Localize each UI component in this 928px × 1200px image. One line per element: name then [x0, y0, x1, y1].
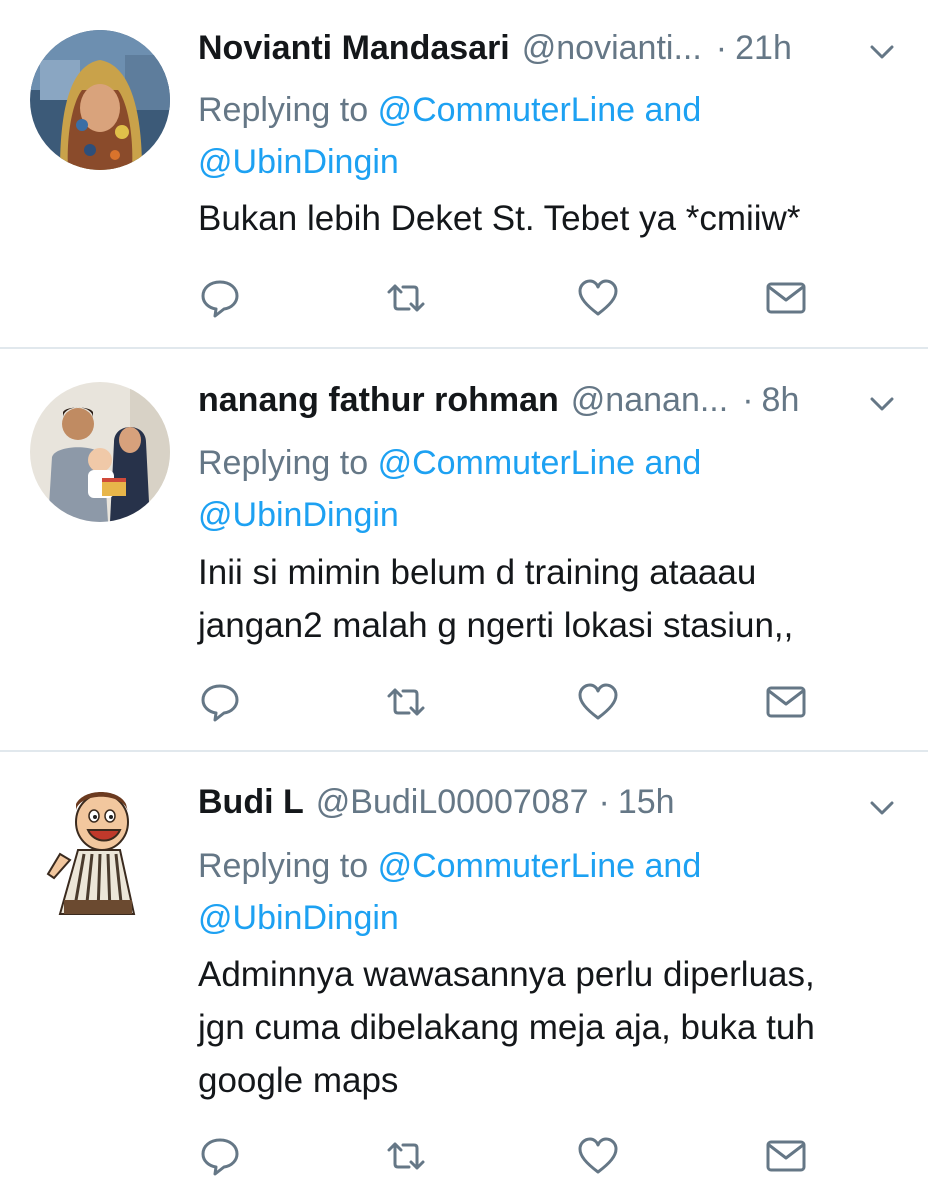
- tweet-text-line: Adminnya wawasannya perlu diperluas,: [198, 955, 815, 994]
- tweet-header: Novianti Mandasari @novianti... · 21h: [198, 24, 898, 72]
- reply-button[interactable]: [198, 1134, 242, 1178]
- retweet-button[interactable]: [384, 680, 428, 724]
- timestamp[interactable]: 15h: [618, 778, 675, 826]
- chevron-down-icon[interactable]: [866, 36, 898, 68]
- separator-dot: ·: [742, 381, 754, 419]
- like-button[interactable]: [576, 276, 620, 320]
- replying-to-label: Replying to: [198, 444, 369, 482]
- mention-and: and: [644, 444, 702, 482]
- avatar[interactable]: [30, 30, 170, 170]
- mention-and: and: [644, 847, 702, 885]
- tweet[interactable]: Novianti Mandasari @novianti... · 21h Re…: [0, 0, 928, 350]
- tweet-text-line: Bukan lebih Deket St. Tebet ya *cmiiw*: [198, 199, 801, 238]
- mention-ubindingin[interactable]: @UbinDingin: [198, 899, 399, 937]
- retweet-button[interactable]: [384, 1134, 428, 1178]
- avatar[interactable]: [30, 782, 170, 922]
- mention-and: and: [644, 91, 702, 129]
- direct-message-button[interactable]: [764, 680, 808, 724]
- replying-to: Replying to @CommuterLine and @UbinDingi…: [198, 840, 868, 944]
- user-handle[interactable]: @BudiL00007087: [316, 778, 589, 826]
- replying-to: Replying to @CommuterLine and @UbinDingi…: [198, 84, 868, 188]
- timestamp[interactable]: 8h: [762, 376, 800, 424]
- retweet-icon: [387, 1142, 425, 1170]
- reply-icon: [201, 684, 239, 722]
- mention-ubindingin[interactable]: @UbinDingin: [198, 496, 399, 534]
- like-button[interactable]: [576, 680, 620, 724]
- tweet-divider: [0, 347, 928, 349]
- retweet-button[interactable]: [384, 276, 428, 320]
- heart-icon: [578, 279, 618, 316]
- tweet-text: Inii si mimin belum d training ataaau ja…: [198, 546, 888, 652]
- avatar-photo-icon: [30, 30, 170, 170]
- user-handle[interactable]: @nanan...: [571, 376, 728, 424]
- replying-to-label: Replying to: [198, 91, 369, 129]
- display-name[interactable]: Budi L: [198, 778, 304, 826]
- envelope-icon: [766, 282, 806, 314]
- tweet-text-line: jangan2 malah g ngerti lokasi stasiun,,: [198, 606, 794, 645]
- timestamp[interactable]: 21h: [735, 24, 792, 72]
- replying-to-label: Replying to: [198, 847, 369, 885]
- reply-icon: [201, 1138, 239, 1176]
- reply-button[interactable]: [198, 680, 242, 724]
- avatar-cartoon-icon: [30, 782, 170, 922]
- tweet-header: Budi L @BudiL00007087 · 15h: [198, 778, 898, 826]
- retweet-icon: [387, 688, 425, 716]
- reply-icon: [201, 280, 239, 318]
- separator-dot: ·: [715, 29, 728, 67]
- user-handle[interactable]: @novianti...: [522, 24, 702, 72]
- tweet-text-line: google maps: [198, 1061, 399, 1100]
- mention-commuterline[interactable]: @CommuterLine: [378, 91, 636, 129]
- tweet[interactable]: nanang fathur rohman @nanan... · 8h Repl…: [0, 350, 928, 752]
- like-button[interactable]: [576, 1134, 620, 1178]
- heart-icon: [578, 683, 618, 720]
- mention-commuterline[interactable]: @CommuterLine: [378, 847, 636, 885]
- avatar-photo-icon: [30, 382, 170, 522]
- avatar[interactable]: [30, 382, 170, 522]
- display-name[interactable]: Novianti Mandasari: [198, 24, 510, 72]
- display-name[interactable]: nanang fathur rohman: [198, 376, 559, 424]
- tweet[interactable]: Budi L @BudiL00007087 · 15h Replying to …: [0, 752, 928, 1200]
- direct-message-button[interactable]: [764, 1134, 808, 1178]
- retweet-icon: [387, 284, 425, 312]
- direct-message-button[interactable]: [764, 276, 808, 320]
- tweet-actions: [198, 1134, 838, 1178]
- tweet-text: Bukan lebih Deket St. Tebet ya *cmiiw*: [198, 192, 888, 245]
- chevron-down-icon[interactable]: [866, 388, 898, 420]
- mention-ubindingin[interactable]: @UbinDingin: [198, 143, 399, 181]
- tweet-actions: [198, 680, 838, 724]
- reply-button[interactable]: [198, 276, 242, 320]
- envelope-icon: [766, 686, 806, 718]
- heart-icon: [578, 1137, 618, 1174]
- chevron-down-icon[interactable]: [866, 792, 898, 824]
- envelope-icon: [766, 1140, 806, 1172]
- tweet-feed: Novianti Mandasari @novianti... · 21h Re…: [0, 0, 928, 1200]
- separator-dot: ·: [598, 783, 610, 821]
- tweet-header: nanang fathur rohman @nanan... · 8h: [198, 376, 898, 424]
- tweet-text-line: jgn cuma dibelakang meja aja, buka tuh: [198, 1008, 815, 1047]
- tweet-text: Adminnya wawasannya perlu diperluas, jgn…: [198, 948, 888, 1107]
- replying-to: Replying to @CommuterLine and @UbinDingi…: [198, 437, 868, 541]
- tweet-actions: [198, 276, 838, 320]
- mention-commuterline[interactable]: @CommuterLine: [378, 444, 636, 482]
- tweet-text-line: Inii si mimin belum d training ataaau: [198, 553, 757, 592]
